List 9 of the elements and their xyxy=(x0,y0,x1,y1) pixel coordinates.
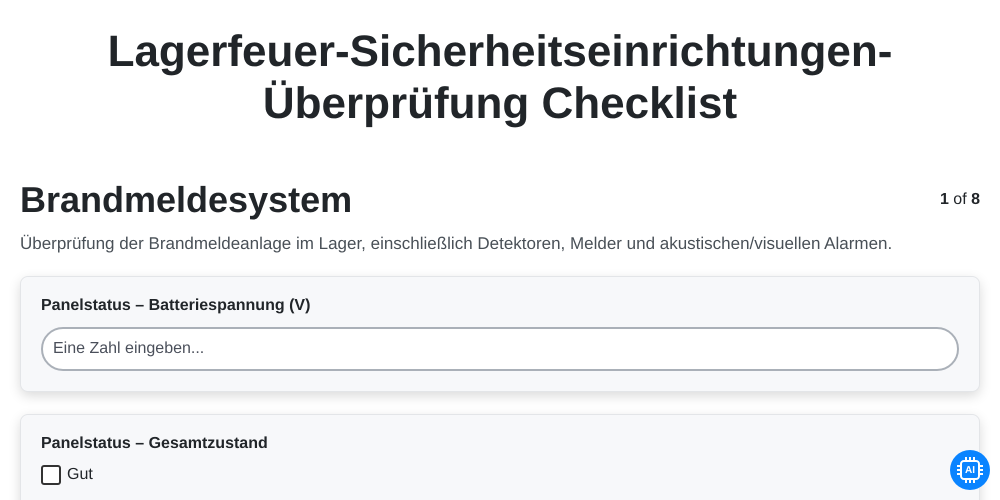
section-description: Überprüfung der Brandmeldeanlage im Lager, einschließlich Detektoren, Melder und akustischen/visuellen Alarmen. xyxy=(20,234,894,254)
checkbox[interactable] xyxy=(41,465,61,485)
question-label: Panelstatus – Gesamtzustand xyxy=(41,435,269,453)
question-label: Panelstatus – Batteriespannung (V) xyxy=(41,297,312,315)
page-counter: 1 of 8 xyxy=(940,191,980,209)
number-input-field[interactable]: Eine Zahl eingeben... xyxy=(41,327,959,371)
page-title: Lagerfeuer-Sicherheitseinrichtungen-Überprüfung Checklist xyxy=(106,26,894,130)
section-heading: Brandmeldesystem xyxy=(20,178,352,222)
option-label: Gut xyxy=(67,466,93,484)
